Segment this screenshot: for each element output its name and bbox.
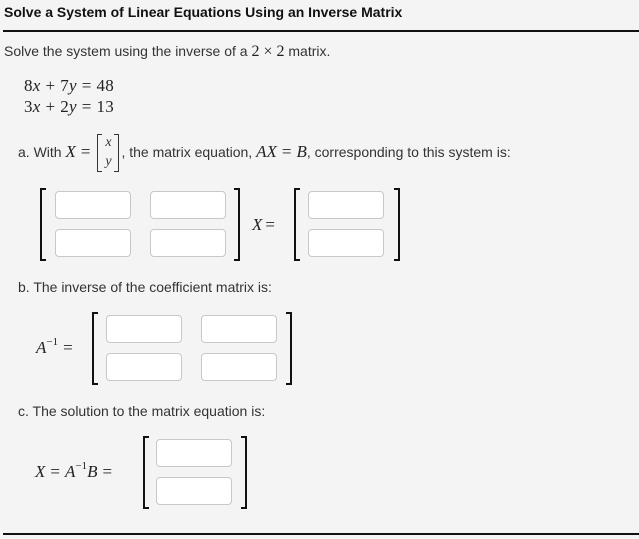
inverse-equals: = [63, 338, 73, 357]
inverse-22-input[interactable] [201, 353, 277, 381]
part-b-label: b. The inverse of the coefficient matrix… [18, 279, 272, 295]
eq1-equals: = [81, 76, 92, 95]
solution-left-bracket [143, 436, 149, 509]
solution-equals-2: = [102, 462, 113, 481]
top-divider [3, 30, 639, 32]
matrix-dims: 2 × 2 [251, 43, 285, 60]
part-a-AX: AX [256, 142, 277, 161]
inverse-right-bracket [286, 312, 292, 385]
matrix-equals: = [265, 215, 275, 234]
matrix-a-left-bracket [40, 188, 46, 261]
matrix-b-left-bracket [294, 188, 300, 261]
inverse-21-input[interactable] [106, 353, 182, 381]
solution-lhs: X = A−1B = [35, 460, 117, 482]
matrix-b-2-input[interactable] [308, 229, 384, 257]
inverse-lhs: A−1 = [36, 336, 78, 358]
part-a-prefix: a. With [18, 144, 66, 160]
vec-y: y [105, 154, 112, 170]
inverse-12-input[interactable] [201, 315, 277, 343]
matrix-b-1-input[interactable] [308, 191, 384, 219]
eq1-coef-x: 8 [24, 76, 33, 95]
part-c-label: c. The solution to the matrix equation i… [18, 403, 266, 419]
matrix-a-12-input[interactable] [150, 191, 226, 219]
eq1-var-x: x [32, 76, 41, 95]
part-a-suffix: , corresponding to this system is: [306, 144, 511, 160]
eq1-coef-y: 7 [60, 76, 69, 95]
instructions-suffix: matrix. [284, 43, 331, 59]
vec-x: x [105, 135, 112, 151]
solution-A: A [64, 462, 76, 481]
solution-B: B [87, 462, 98, 481]
x-vector: xy [97, 134, 120, 173]
part-a-prompt: a. With X = x y, the matrix equation, AX = B,… [18, 133, 511, 173]
solution-X: X [35, 462, 46, 481]
matrix-b-right-bracket [394, 188, 400, 261]
matrix-X: X [252, 215, 263, 234]
matrix-a-11-input[interactable] [55, 191, 131, 219]
bottom-divider [3, 533, 639, 535]
equation-1: 8x +7y = 48 [24, 76, 114, 96]
inverse-exponent: −1 [46, 336, 59, 348]
inverse-11-input[interactable] [106, 315, 182, 343]
eq1-plus: + [45, 76, 56, 95]
matrix-a-right-bracket [234, 188, 240, 261]
solution-exponent: −1 [75, 460, 88, 472]
instructions-prefix: Solve the system using the inverse of a [4, 43, 252, 59]
inverse-left-bracket [92, 312, 98, 385]
eq2-equals: = [81, 97, 92, 116]
part-a-B: B [296, 142, 307, 161]
eq1-rhs: 48 [96, 76, 114, 95]
eq2-coef-x: 3 [24, 97, 33, 116]
part-a-equals: = [80, 142, 91, 161]
eq1-var-y: y [68, 76, 77, 95]
part-a-equals-2: = [281, 142, 292, 161]
part-a-X: X [65, 142, 76, 161]
matrix-a-22-input[interactable] [150, 229, 226, 257]
solution-x-input[interactable] [156, 439, 232, 467]
solution-equals-1: = [50, 462, 60, 481]
eq2-coef-y: 2 [60, 97, 69, 116]
instructions: Solve the system using the inverse of a … [4, 43, 330, 61]
eq2-var-x: x [32, 97, 41, 116]
eq2-var-y: y [68, 97, 77, 116]
solution-y-input[interactable] [156, 477, 232, 505]
solution-right-bracket [241, 436, 247, 509]
page-title: Solve a System of Linear Equations Using… [4, 4, 403, 20]
inverse-A: A [36, 338, 47, 357]
part-a-middle: , the matrix equation, [121, 144, 257, 160]
eq2-rhs: 13 [96, 97, 114, 116]
equation-2: 3x +2y = 13 [24, 97, 114, 117]
matrix-X-label: X = [252, 215, 280, 235]
matrix-a-21-input[interactable] [55, 229, 131, 257]
eq2-plus: + [45, 97, 56, 116]
